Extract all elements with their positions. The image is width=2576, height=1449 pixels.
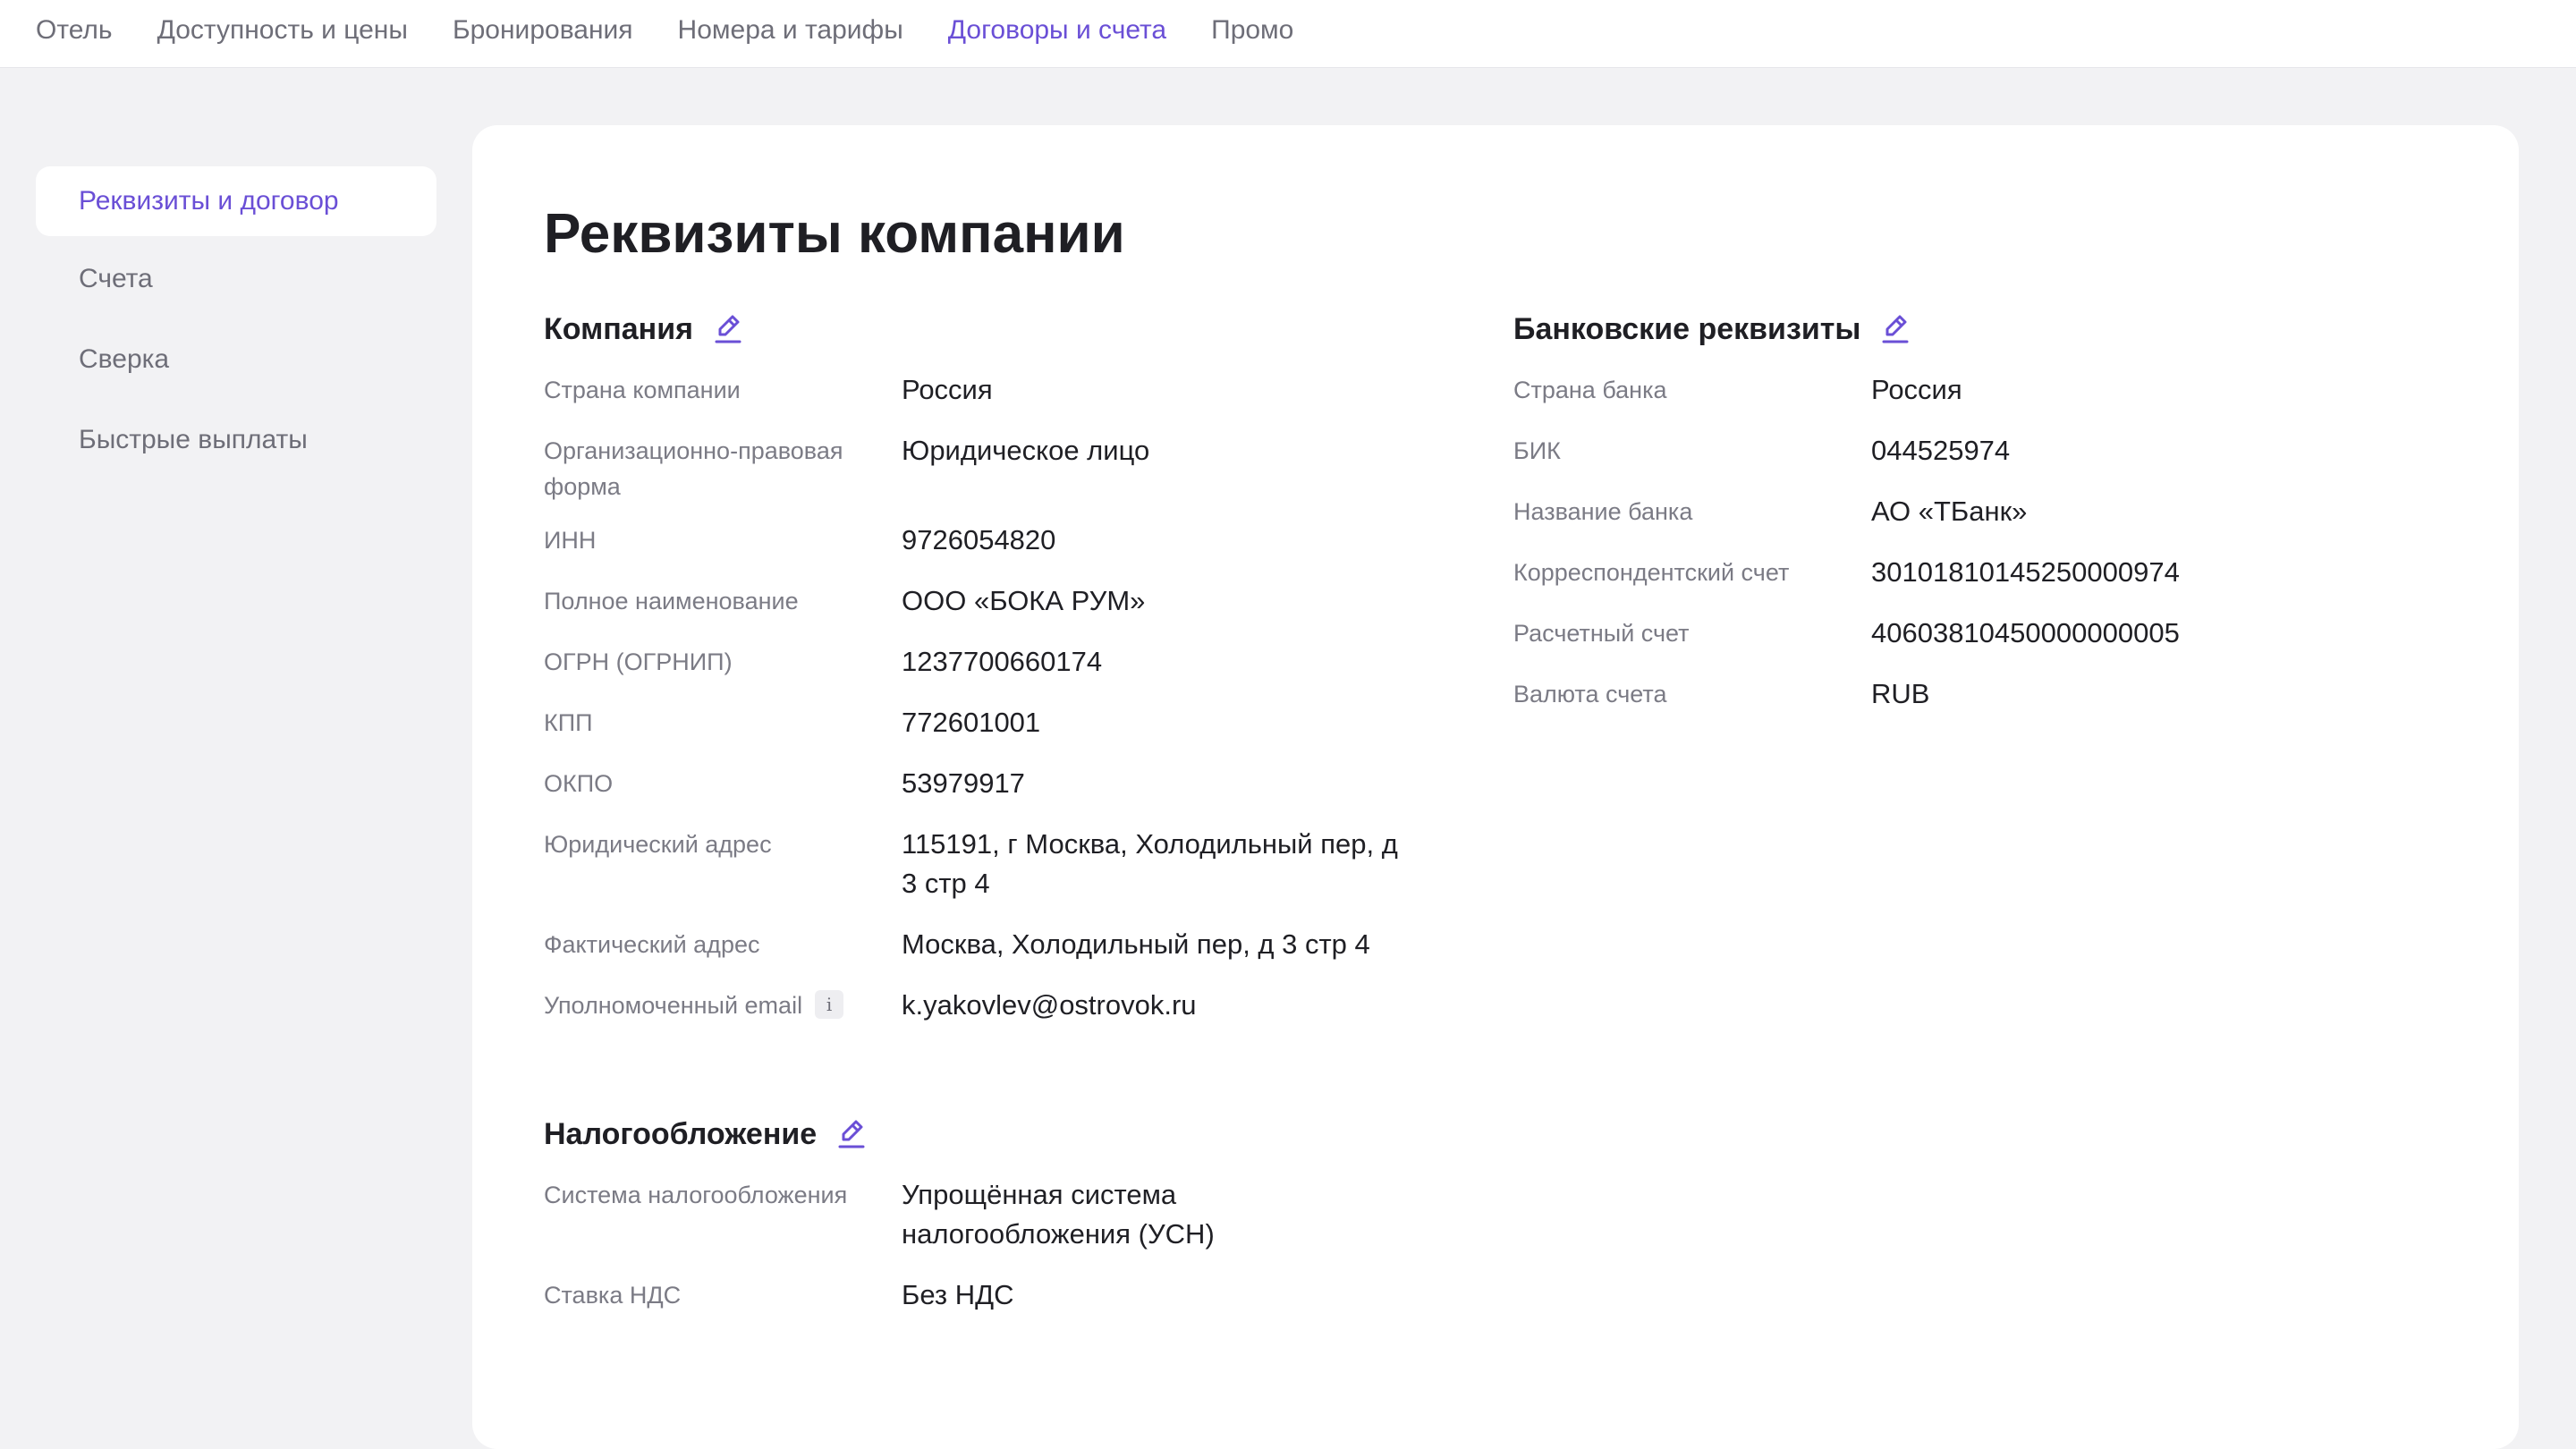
field-value: Упрощённая система налогообложения (УСН) — [902, 1179, 1215, 1250]
company-row-email: Уполномоченный email i k.yakovlev@ostrovo… — [544, 986, 1438, 1025]
company-section: Компания Страна компании Россия Организа… — [544, 306, 1438, 1046]
field-value: ООО «БОКА РУМ» — [902, 585, 1146, 616]
bank-row-country: Страна банка Россия — [1513, 370, 2444, 410]
tax-section: Налогообложение Система налогообложения … — [544, 1111, 1438, 1336]
field-label: Юридический адрес — [544, 831, 772, 858]
edit-company-icon[interactable] — [713, 313, 743, 345]
field-label: Валюта счета — [1513, 681, 1667, 708]
info-icon[interactable]: i — [815, 989, 844, 1019]
bank-row-currency: Валюта счета RUB — [1513, 674, 2444, 714]
bank-section: Банковские реквизиты Страна банка Россия… — [1513, 306, 2444, 735]
field-value: k.yakovlev@ostrovok.ru — [902, 989, 1197, 1021]
field-label: ОКПО — [544, 770, 614, 797]
field-label: Расчетный счет — [1513, 620, 1690, 647]
bank-row-bik: БИК 044525974 — [1513, 431, 2444, 470]
company-section-title: Компания — [544, 311, 693, 346]
company-row-inn: ИНН 9726054820 — [544, 521, 1438, 560]
field-value: 1237700660174 — [902, 646, 1103, 677]
field-value: Юридическое лицо — [902, 435, 1150, 466]
bank-section-title: Банковские реквизиты — [1513, 311, 1861, 346]
field-value: АО «ТБанк» — [1871, 496, 2028, 527]
tab-promo[interactable]: Промо — [1211, 16, 1293, 44]
company-row-legal-form: Организационно-правовая форма Юридическо… — [544, 431, 1438, 504]
requisites-card: Реквизиты компании Компания Страна компа… — [472, 125, 2519, 1449]
tax-section-header: Налогообложение — [544, 1111, 1438, 1157]
company-row-full-name: Полное наименование ООО «БОКА РУМ» — [544, 581, 1438, 621]
field-label: Корреспондентский счет — [1513, 559, 1790, 586]
field-label: БИК — [1513, 437, 1561, 464]
field-label: Система налогообложения — [544, 1182, 848, 1208]
field-value: Москва, Холодильный пер, д 3 стр 4 — [902, 928, 1370, 960]
side-menu: Реквизиты и договор Счета Сверка Быстрые… — [36, 166, 436, 483]
company-row-kpp: КПП 772601001 — [544, 703, 1438, 742]
tab-bookings[interactable]: Бронирования — [453, 16, 633, 44]
field-label: Страна компании — [544, 377, 741, 403]
field-label: Название банка — [1513, 498, 1693, 525]
bank-row-bank-name: Название банка АО «ТБанк» — [1513, 492, 2444, 531]
tab-contracts-invoices[interactable]: Договоры и счета — [948, 16, 1166, 44]
field-value: 9726054820 — [902, 524, 1056, 555]
tax-row-system: Система налогообложения Упрощённая систе… — [544, 1175, 1438, 1254]
field-value: RUB — [1871, 678, 1930, 709]
field-label: Уполномоченный email i — [544, 986, 902, 1023]
bank-row-settlement-account: Расчетный счет 40603810450000000005 — [1513, 614, 2444, 653]
sidemenu-item-requisites-contract[interactable]: Реквизиты и договор — [36, 166, 436, 236]
tax-row-vat-rate: Ставка НДС Без НДС — [544, 1275, 1438, 1315]
field-label-text: Уполномоченный email — [544, 992, 803, 1019]
field-value: 40603810450000000005 — [1871, 617, 2180, 648]
field-value: 044525974 — [1871, 435, 2011, 466]
field-label: Организационно-правовая форма — [544, 437, 843, 500]
sidemenu-item-fast-payouts[interactable]: Быстрые выплаты — [36, 402, 436, 478]
company-row-actual-address: Фактический адрес Москва, Холодильный пе… — [544, 925, 1438, 964]
sidemenu-item-reconciliation[interactable]: Сверка — [36, 322, 436, 397]
field-value: Россия — [1871, 374, 1962, 405]
field-value: 115191, г Москва, Холодильный пер, д 3 с… — [902, 828, 1398, 899]
field-value: 30101810145250000974 — [1871, 556, 2180, 588]
tax-section-title: Налогообложение — [544, 1116, 818, 1151]
sidemenu-item-invoices[interactable]: Счета — [36, 242, 436, 317]
tab-availability-prices[interactable]: Доступность и цены — [157, 16, 408, 44]
company-section-header: Компания — [544, 306, 1438, 352]
bank-row-corr-account: Корреспондентский счет 30101810145250000… — [1513, 553, 2444, 592]
page-title: Реквизиты компании — [544, 203, 1125, 265]
field-label: ИНН — [544, 527, 597, 554]
field-label: КПП — [544, 709, 593, 736]
field-label: Фактический адрес — [544, 931, 760, 958]
company-row-okpo: ОКПО 53979917 — [544, 764, 1438, 803]
field-label: Страна банка — [1513, 377, 1667, 403]
field-label: Ставка НДС — [544, 1282, 682, 1309]
tab-rooms-rates[interactable]: Номера и тарифы — [678, 16, 903, 44]
field-label: ОГРН (ОГРНИП) — [544, 648, 733, 675]
company-row-ogrn: ОГРН (ОГРНИП) 1237700660174 — [544, 642, 1438, 682]
field-value: 53979917 — [902, 767, 1025, 799]
field-label: Полное наименование — [544, 588, 799, 614]
top-navigation: Отель Доступность и цены Бронирования Но… — [0, 0, 2576, 68]
company-row-country: Страна компании Россия — [544, 370, 1438, 410]
field-value: Россия — [902, 374, 993, 405]
edit-bank-icon[interactable] — [1880, 313, 1911, 345]
bank-section-header: Банковские реквизиты — [1513, 306, 2444, 352]
field-value: Без НДС — [902, 1279, 1014, 1310]
field-value: 772601001 — [902, 707, 1041, 738]
company-row-legal-address: Юридический адрес 115191, г Москва, Холо… — [544, 825, 1438, 903]
edit-tax-icon[interactable] — [836, 1118, 867, 1150]
tab-hotel[interactable]: Отель — [36, 16, 113, 44]
